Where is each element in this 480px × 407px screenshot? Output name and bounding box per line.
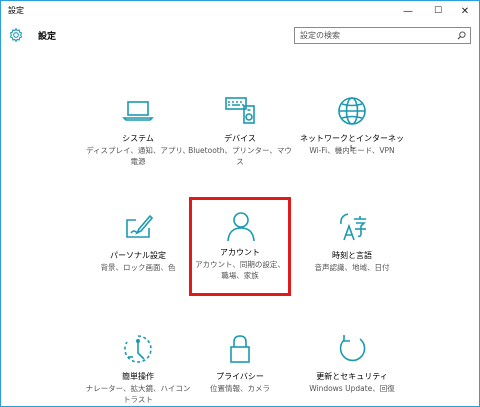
tile-devices[interactable]: デバイス Bluetooth、プリンター、マウス [185,81,295,175]
settings-header: 設定 [1,21,479,49]
tile-label: アカウント [220,248,260,257]
laptop-icon [122,101,154,121]
tile-description: Bluetooth、プリンター、マウス [188,146,292,166]
page-title: 設定 [38,32,57,42]
tile-description: ナレーター、拡大鏡、ハイコントラスト [85,384,191,404]
tile-description: 音声認識、地域、日付 [314,263,390,272]
search-icon[interactable] [457,31,466,40]
tile-description: Wi-Fi、機内モード、VPN [309,146,395,155]
tile-description: Windows Update、回復 [309,384,395,393]
tile-accounts[interactable]: アカウント アカウント、同期の設定、職場、家族 [189,197,291,296]
tile-label: 時刻と言語 [332,251,372,260]
ease-of-access-icon [124,335,152,363]
search-box [294,27,471,44]
tile-label: プライバシー [216,372,264,381]
minimize-button[interactable]: — [393,1,423,21]
personalization-icon [126,214,154,238]
tile-description: 背景、ロック画面、色 [100,263,176,272]
tile-network[interactable]: ネットワークとインターネット Wi-Fi、機内モード、VPN [297,81,407,175]
tile-label: デバイス [224,134,256,143]
tile-label: パーソナル設定 [110,251,166,260]
close-button[interactable]: ✕ [450,1,479,21]
devices-icon [225,97,255,124]
settings-window: 設定 — ☐ ✕ 設定 システム ディスプレイ、通知 [0,0,480,407]
lock-icon [230,335,250,363]
tile-privacy[interactable]: プライバシー 位置情報、カメラ [185,319,295,406]
person-icon [227,212,255,242]
tile-label: 更新とセキュリティ [316,372,388,381]
globe-icon [338,97,366,125]
title-bar: 設定 — ☐ ✕ [1,1,479,21]
tile-label: 簡単操作 [122,372,154,381]
tile-system[interactable]: システム ディスプレイ、通知、アプリ、電源 [83,81,193,175]
refresh-icon [339,335,366,362]
maximize-button[interactable]: ☐ [423,1,453,21]
tile-description: ディスプレイ、通知、アプリ、電源 [86,146,190,166]
tile-update-security[interactable]: 更新とセキュリティ Windows Update、回復 [297,319,407,406]
tile-description: 位置情報、カメラ [210,384,270,393]
gear-icon [9,27,23,43]
window-title: 設定 [8,6,24,15]
search-input[interactable] [297,29,453,42]
tile-ease-of-access[interactable]: 簡単操作 ナレーター、拡大鏡、ハイコントラスト [83,319,193,406]
tile-description: アカウント、同期の設定、職場、家族 [195,260,285,280]
time-language-icon [340,213,366,241]
tile-personalization[interactable]: パーソナル設定 背景、ロック画面、色 [83,198,193,292]
tile-label: システム [122,134,154,143]
tile-time-language[interactable]: 時刻と言語 音声認識、地域、日付 [297,198,407,292]
